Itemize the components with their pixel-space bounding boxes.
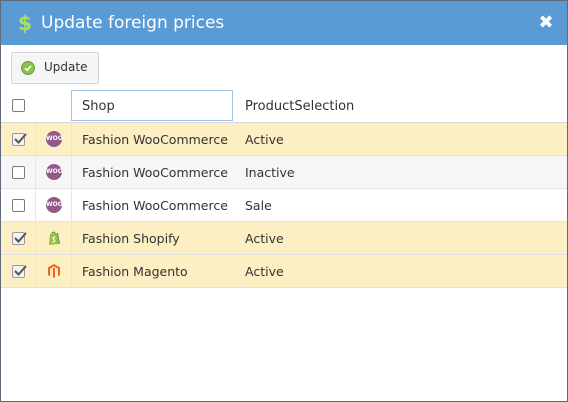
shop-cell: Fashion WooCommerce: [82, 165, 228, 180]
productselection-cell: Active: [245, 132, 284, 147]
dollar-icon: $: [18, 11, 32, 35]
row-checkbox[interactable]: [12, 265, 27, 278]
shop-cell: Fashion Shopify: [82, 231, 180, 246]
table-row[interactable]: Fashion Shopify Active: [1, 222, 567, 255]
table-row[interactable]: WOO Fashion WooCommerce Inactive: [1, 156, 567, 189]
grid-header-row: Shop ProductSelection: [1, 89, 567, 123]
row-checkbox[interactable]: [12, 133, 27, 146]
row-checkbox[interactable]: [12, 199, 25, 212]
check-circle-icon: [21, 61, 35, 75]
productselection-column-header[interactable]: ProductSelection: [245, 99, 354, 114]
update-button-label: Update: [44, 60, 88, 74]
table-row[interactable]: WOO Fashion WooCommerce Active: [1, 123, 567, 156]
toolbar: Update: [1, 45, 567, 89]
woocommerce-logo: WOO: [46, 164, 63, 180]
row-checkbox[interactable]: [12, 232, 27, 245]
update-button[interactable]: Update: [11, 52, 99, 84]
dialog-title: Update foreign prices: [41, 13, 225, 33]
shopify-logo: [46, 230, 62, 246]
shop-column-label: Shop: [82, 99, 115, 114]
shop-cell: Fashion WooCommerce: [82, 198, 228, 213]
close-icon[interactable]: ✖: [535, 12, 557, 34]
productselection-cell: Inactive: [245, 165, 295, 180]
shop-cell: Fashion Magento: [82, 264, 188, 279]
table-row[interactable]: WOO Fashion WooCommerce Sale: [1, 189, 567, 222]
dialog-titlebar: $ Update foreign prices ✖: [1, 1, 567, 45]
woocommerce-logo: WOO: [46, 131, 63, 147]
productselection-cell: Active: [245, 264, 284, 279]
productselection-cell: Active: [245, 231, 284, 246]
table-row[interactable]: Fashion Magento Active: [1, 255, 567, 288]
magento-logo: [46, 263, 62, 279]
productselection-cell: Sale: [245, 198, 272, 213]
shop-column-header[interactable]: Shop: [71, 90, 233, 121]
select-all-checkbox[interactable]: [12, 99, 25, 112]
update-foreign-prices-dialog: $ Update foreign prices ✖ Update Shop Pr…: [0, 0, 568, 402]
shop-cell: Fashion WooCommerce: [82, 132, 228, 147]
woocommerce-logo: WOO: [46, 197, 63, 213]
row-checkbox[interactable]: [12, 166, 25, 179]
